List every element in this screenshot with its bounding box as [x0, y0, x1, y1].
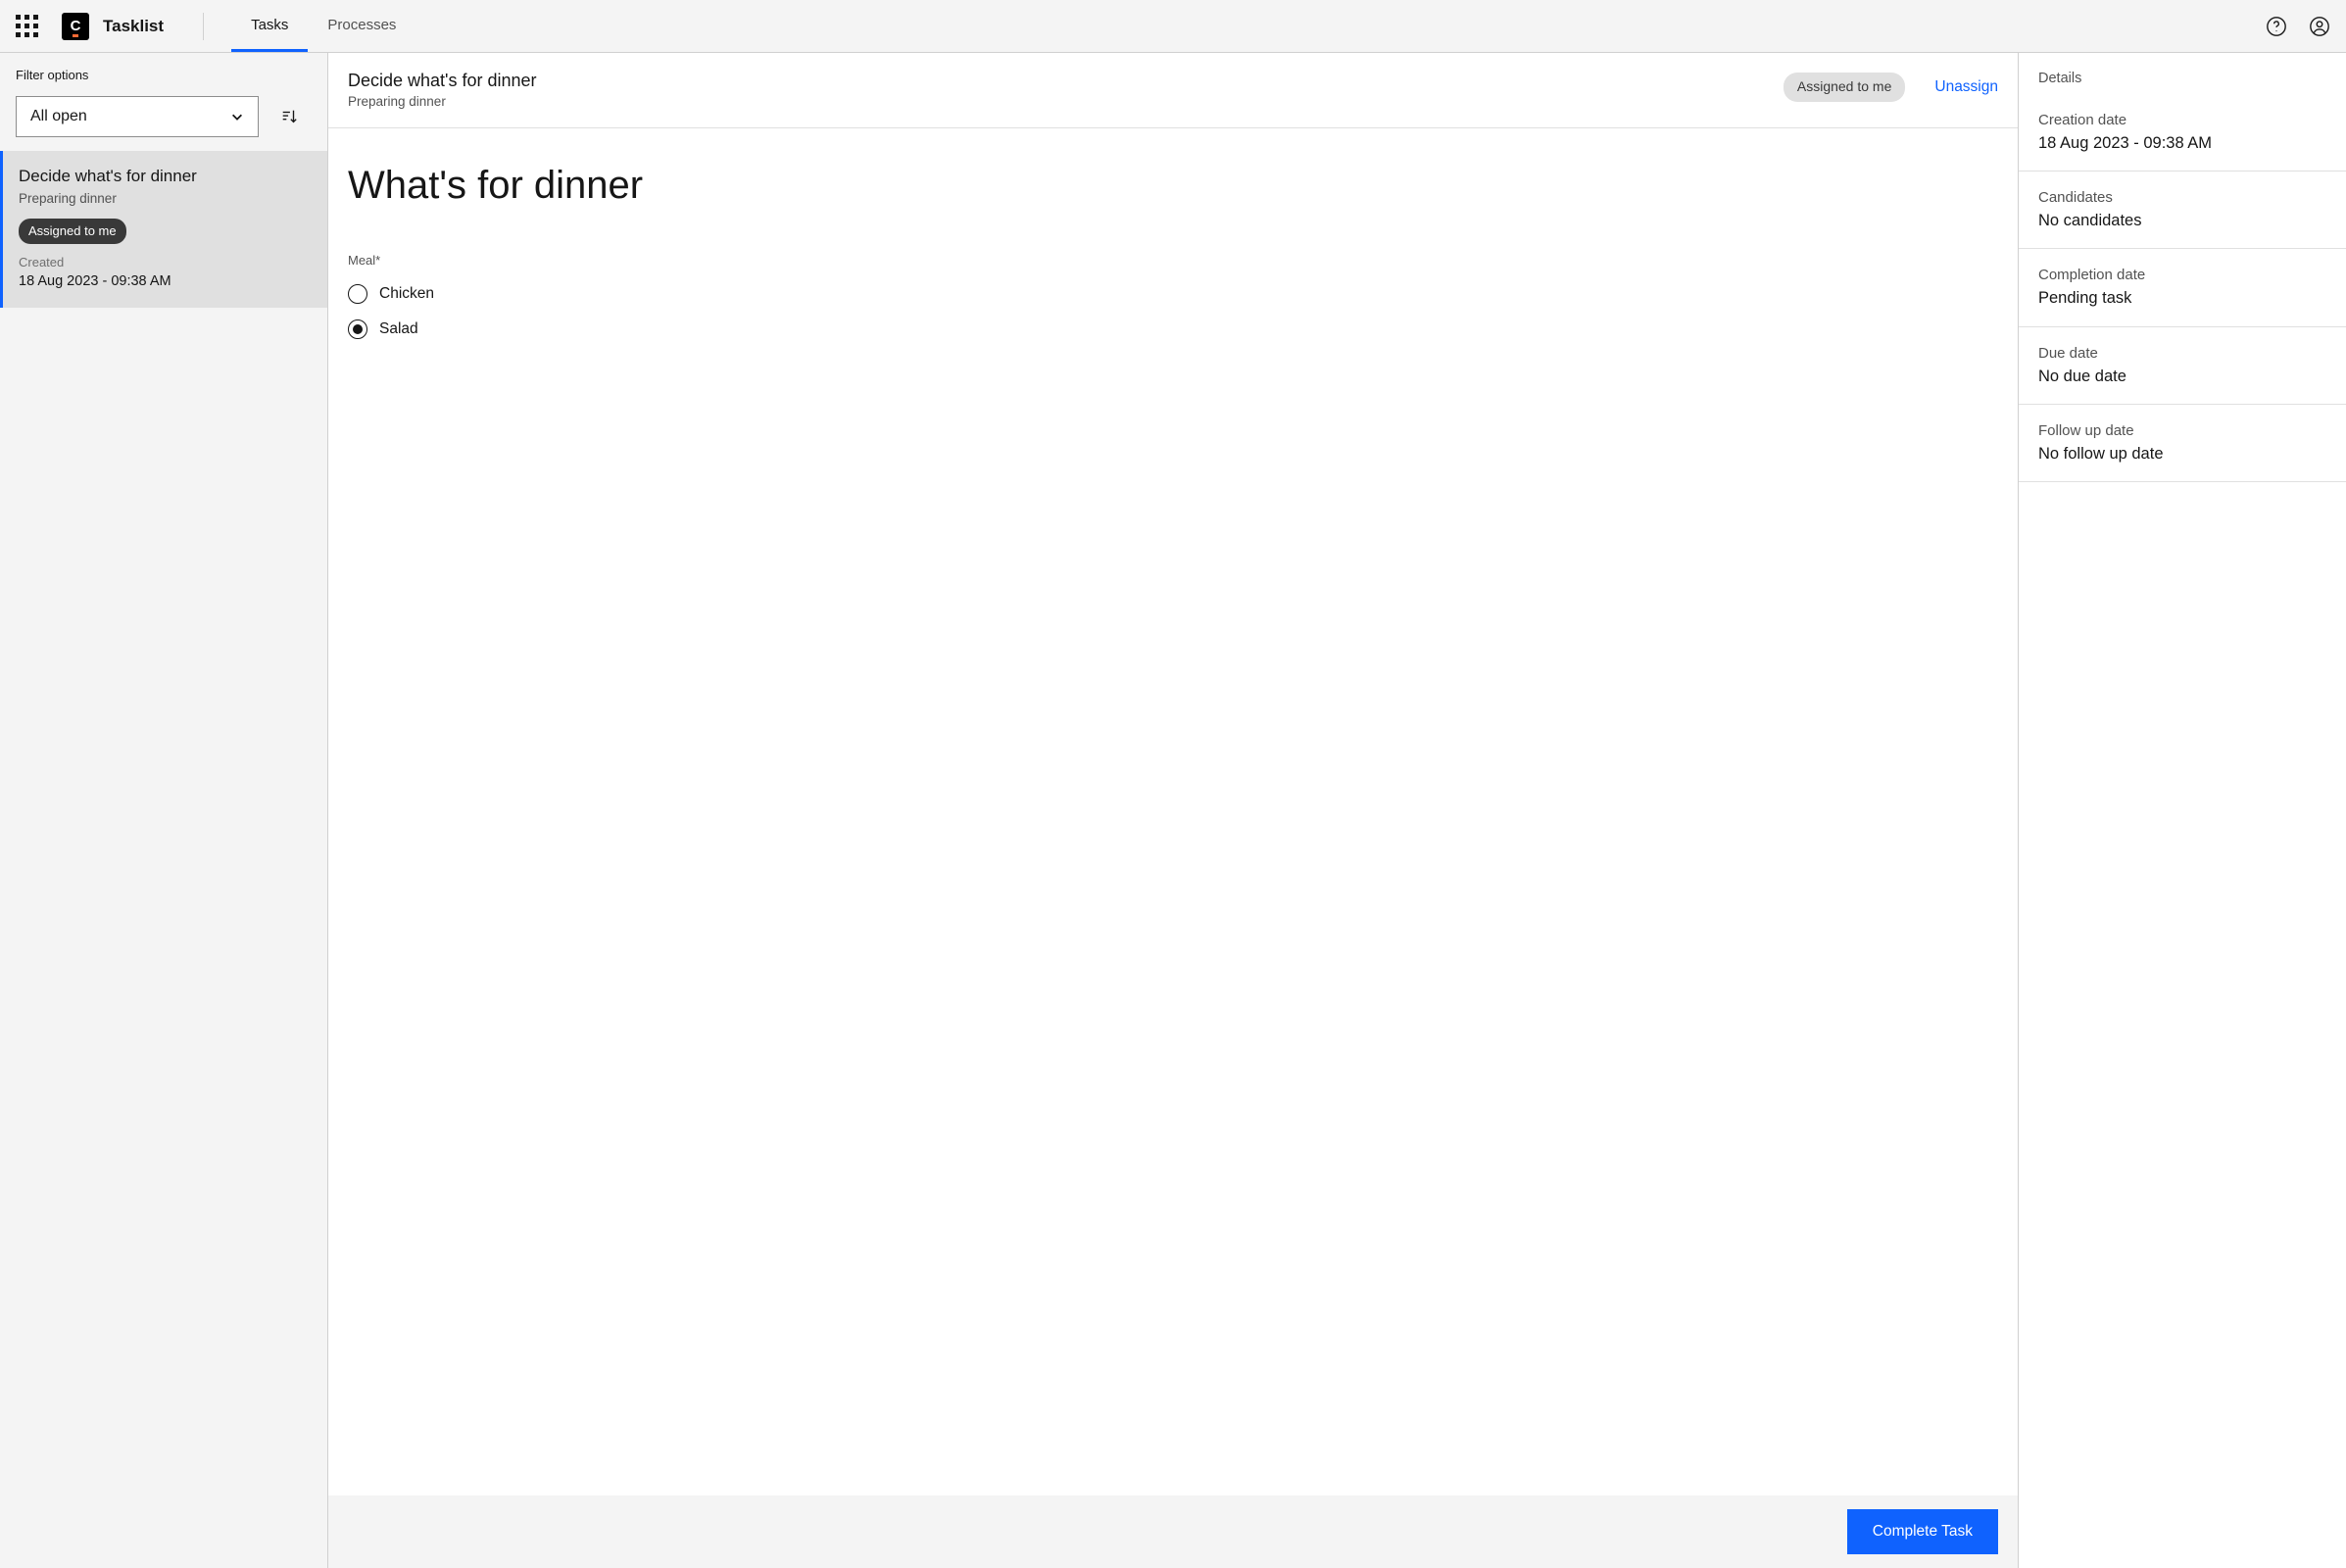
detail-creation: Creation date 18 Aug 2023 - 09:38 AM [2019, 94, 2346, 172]
nav-tasks[interactable]: Tasks [231, 0, 308, 52]
task-detail-actions: Assigned to me Unassign [1784, 73, 1998, 102]
radio-chicken[interactable]: Chicken [348, 283, 1998, 305]
radio-button-icon [348, 319, 367, 339]
top-nav: Tasks Processes [231, 0, 415, 52]
detail-value: No follow up date [2038, 443, 2326, 466]
app-header: C Tasklist Tasks Processes [0, 0, 2346, 53]
separator [203, 13, 204, 40]
assigned-badge: Assigned to me [19, 219, 126, 244]
chevron-down-icon [230, 110, 244, 123]
task-detail-process: Preparing dinner [348, 93, 537, 112]
task-detail-panel: Decide what's for dinner Preparing dinne… [328, 53, 2019, 1568]
header-left: C Tasklist Tasks Processes [16, 0, 415, 52]
task-item-title: Decide what's for dinner [19, 165, 312, 188]
app-title: Tasklist [103, 15, 164, 38]
filter-select-value: All open [30, 106, 87, 127]
user-icon[interactable] [2309, 16, 2330, 37]
task-list-panel: Filter options All open Decide what's fo… [0, 53, 328, 1568]
app-launcher-icon[interactable] [16, 15, 38, 37]
task-item-created-label: Created [19, 254, 312, 271]
filter-row: All open [16, 96, 312, 137]
detail-label: Candidates [2038, 187, 2326, 208]
radio-label: Salad [379, 318, 418, 340]
nav-processes[interactable]: Processes [308, 0, 415, 52]
task-form: What's for dinner Meal* Chicken Salad [328, 128, 2018, 1495]
detail-label: Creation date [2038, 110, 2326, 130]
unassign-link[interactable]: Unassign [1934, 76, 1998, 98]
filter-area: Filter options All open [0, 53, 327, 151]
meal-field-label: Meal* [348, 252, 1998, 270]
task-detail-header: Decide what's for dinner Preparing dinne… [328, 53, 2018, 128]
detail-label: Due date [2038, 343, 2326, 364]
task-item-process: Preparing dinner [19, 190, 312, 209]
task-item-created-value: 18 Aug 2023 - 09:38 AM [19, 271, 312, 291]
detail-value: 18 Aug 2023 - 09:38 AM [2038, 132, 2326, 155]
detail-value: No candidates [2038, 210, 2326, 232]
detail-candidates: Candidates No candidates [2019, 172, 2346, 249]
task-list-item[interactable]: Decide what's for dinner Preparing dinne… [0, 151, 327, 307]
details-panel: Details Creation date 18 Aug 2023 - 09:3… [2019, 53, 2346, 1568]
help-icon[interactable] [2266, 16, 2287, 37]
task-detail-titleblock: Decide what's for dinner Preparing dinne… [348, 69, 537, 112]
task-footer: Complete Task [328, 1495, 2018, 1568]
form-heading: What's for dinner [348, 158, 1998, 213]
detail-due: Due date No due date [2019, 327, 2346, 405]
detail-value: Pending task [2038, 287, 2326, 310]
filter-select[interactable]: All open [16, 96, 259, 137]
detail-value: No due date [2038, 366, 2326, 388]
sort-icon[interactable] [280, 108, 298, 125]
detail-label: Follow up date [2038, 420, 2326, 441]
radio-salad[interactable]: Salad [348, 318, 1998, 340]
detail-completion: Completion date Pending task [2019, 249, 2346, 326]
detail-label: Completion date [2038, 265, 2326, 285]
assigned-badge: Assigned to me [1784, 73, 1906, 102]
details-heading: Details [2019, 53, 2346, 94]
header-right [2266, 0, 2330, 52]
radio-button-icon [348, 284, 367, 304]
camunda-logo: C [62, 13, 89, 40]
complete-task-button[interactable]: Complete Task [1847, 1509, 1998, 1554]
filter-label: Filter options [16, 67, 312, 84]
radio-label: Chicken [379, 283, 434, 305]
main-layout: Filter options All open Decide what's fo… [0, 53, 2346, 1568]
task-list: Decide what's for dinner Preparing dinne… [0, 151, 327, 1568]
detail-followup: Follow up date No follow up date [2019, 405, 2346, 482]
task-detail-title: Decide what's for dinner [348, 69, 537, 93]
